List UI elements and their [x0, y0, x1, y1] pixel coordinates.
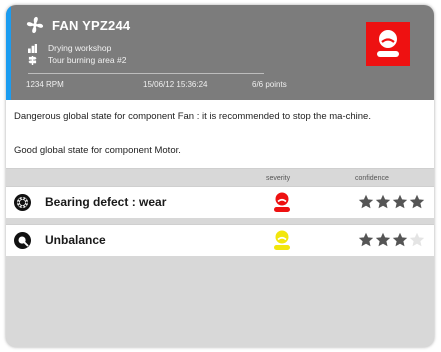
location-area-label: Tour burning area #2	[48, 55, 127, 65]
confidence-column-header: confidence	[355, 175, 389, 182]
severity-warning-icon	[274, 230, 290, 250]
header-divider	[28, 73, 264, 74]
signpost-icon	[28, 55, 37, 65]
title-row: FAN YPZ244	[26, 15, 130, 35]
points-count: 6/6 points	[252, 80, 287, 89]
star-empty-icon	[409, 232, 425, 247]
confidence-rating	[358, 232, 426, 247]
confidence-rating	[358, 194, 426, 209]
accent-bar	[6, 5, 11, 100]
star-filled-icon	[358, 194, 374, 209]
machine-title: FAN YPZ244	[52, 17, 131, 33]
defect-row-unbalance[interactable]: Unbalance	[6, 224, 434, 256]
star-filled-icon	[409, 194, 425, 209]
location-workshop-label: Drying workshop	[48, 43, 112, 53]
location-workshop: Drying workshop	[28, 43, 111, 53]
alert-status-box	[366, 22, 410, 66]
machine-header: FAN YPZ244 Drying workshop Tour burning …	[6, 5, 434, 100]
building-icon	[28, 43, 37, 53]
danger-person-icon	[377, 30, 399, 57]
severity-column-header: severity	[266, 175, 291, 182]
severity-danger-icon	[274, 192, 290, 212]
unbalance-icon	[14, 232, 31, 249]
star-filled-icon	[392, 194, 408, 209]
star-filled-icon	[375, 232, 391, 247]
star-filled-icon	[358, 232, 374, 247]
defect-label: Bearing defect : wear	[45, 195, 167, 209]
fan-icon	[26, 16, 44, 34]
defect-row-bearing[interactable]: Bearing defect : wear	[6, 186, 434, 218]
star-filled-icon	[392, 232, 408, 247]
alert-card: FAN YPZ244 Drying workshop Tour burning …	[6, 5, 434, 347]
timestamp: 15/06/12 15:36:24	[143, 80, 208, 89]
message-motor: Good global state for component Motor.	[14, 145, 181, 156]
star-filled-icon	[375, 194, 391, 209]
location-area: Tour burning area #2	[28, 55, 126, 65]
rpm-value: 1234 RPM	[26, 80, 64, 89]
defect-label: Unbalance	[45, 233, 106, 247]
state-messages: Dangerous global state for component Fan…	[6, 100, 434, 169]
bearing-icon	[14, 194, 31, 211]
message-fan: Dangerous global state for component Fan…	[14, 111, 371, 122]
